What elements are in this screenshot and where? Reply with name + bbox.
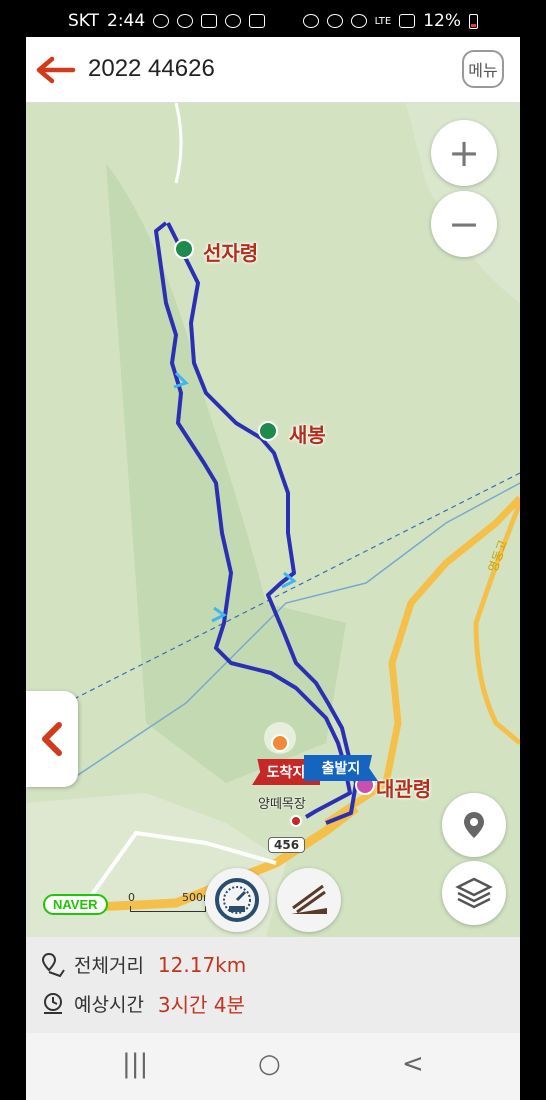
system-nav-bar: ||| ○ < bbox=[26, 1033, 520, 1100]
app-window: 2022 44626 메뉴 영동고 선자령 새봉 대관령 도착지 출발지 양떼목… bbox=[26, 37, 520, 1100]
back-arrow-icon[interactable] bbox=[36, 55, 76, 85]
image-icon bbox=[249, 14, 266, 28]
sync-icon bbox=[153, 14, 170, 28]
time-row: 예상시간 3시간 4분 bbox=[40, 989, 245, 1018]
start-flag[interactable]: 출발지 bbox=[304, 755, 378, 781]
page-title: 2022 44626 bbox=[88, 55, 215, 82]
plus-icon: + bbox=[448, 131, 480, 175]
menu-button[interactable]: 메뉴 bbox=[462, 50, 504, 88]
battery-icon bbox=[469, 13, 478, 29]
location-pin-icon bbox=[464, 812, 484, 838]
peak-marker-icon[interactable] bbox=[174, 239, 194, 259]
elevation-button[interactable] bbox=[277, 868, 341, 932]
mute-icon bbox=[326, 14, 343, 28]
route-distance-icon bbox=[41, 952, 65, 977]
network-type: LTE bbox=[374, 15, 392, 27]
distance-row: 전체거리 12.17km bbox=[40, 951, 246, 978]
my-location-button[interactable] bbox=[442, 793, 506, 857]
time-label: 예상시간 bbox=[74, 994, 144, 1016]
route-summary: 전체거리 12.17km 예상시간 3시간 4분 bbox=[26, 937, 520, 1033]
place-label: 양떼목장 bbox=[258, 797, 306, 812]
speed-button[interactable] bbox=[205, 868, 269, 932]
scale-start: 0 bbox=[128, 891, 135, 904]
zoom-out-button[interactable]: − bbox=[431, 191, 497, 257]
status-bar: SKT 2:44 LTE 12% bbox=[0, 0, 546, 42]
incline-icon bbox=[291, 884, 327, 914]
naver-logo: NAVER bbox=[43, 894, 108, 915]
header: 2022 44626 메뉴 bbox=[26, 37, 520, 103]
notification-icon bbox=[201, 14, 218, 28]
side-panel-toggle[interactable] bbox=[26, 691, 78, 787]
speedometer-icon bbox=[215, 878, 259, 922]
map-view[interactable]: 영동고 선자령 새봉 대관령 도착지 출발지 양떼목장 456 NAVER 0 … bbox=[26, 103, 520, 937]
layers-icon bbox=[455, 877, 493, 909]
layers-button[interactable] bbox=[442, 861, 506, 925]
carrier-text: SKT bbox=[68, 11, 100, 31]
distance-value: 12.17km bbox=[157, 952, 247, 977]
ranch-icon bbox=[271, 734, 289, 752]
zoom-in-button[interactable]: + bbox=[431, 120, 497, 186]
b-icon bbox=[225, 14, 242, 28]
recents-button[interactable]: ||| bbox=[122, 1049, 148, 1079]
location-icon bbox=[350, 14, 367, 28]
battery-text: 12% bbox=[423, 11, 461, 31]
time-value: 3시간 4분 bbox=[157, 993, 245, 1017]
signal-icon bbox=[399, 14, 416, 28]
clock-icon bbox=[44, 992, 62, 1014]
chevron-left-icon bbox=[42, 722, 62, 756]
talk-icon bbox=[177, 14, 194, 28]
clock: 2:44 bbox=[107, 11, 146, 31]
road-number-badge: 456 bbox=[268, 837, 306, 853]
peak-label: 새봉 bbox=[289, 423, 326, 447]
endpoint-marker bbox=[290, 815, 302, 827]
peak-label: 선자령 bbox=[203, 241, 259, 265]
home-button[interactable]: ○ bbox=[258, 1049, 281, 1079]
system-back-button[interactable]: < bbox=[402, 1049, 424, 1079]
scale-bar bbox=[130, 906, 206, 912]
distance-label: 전체거리 bbox=[74, 955, 144, 977]
pass-label: 대관령 bbox=[376, 777, 432, 801]
alarm-icon bbox=[302, 14, 319, 28]
minus-icon: − bbox=[448, 202, 480, 246]
peak-marker-icon[interactable] bbox=[258, 421, 278, 441]
